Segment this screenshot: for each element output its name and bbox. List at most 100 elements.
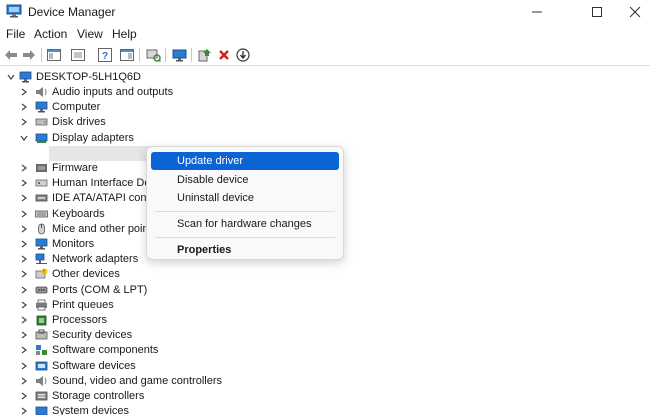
tree-category-row[interactable]: Sound, video and game controllers: [0, 374, 650, 389]
tree-category-row[interactable]: System devices: [0, 404, 650, 415]
tree-category-row[interactable]: Computer: [0, 100, 650, 115]
minimize-button[interactable]: [514, 0, 560, 24]
chevron-right-icon[interactable]: [19, 406, 29, 415]
forward-button[interactable]: [21, 47, 37, 63]
context-update-driver[interactable]: Update driver: [151, 152, 339, 170]
device-manager-app-icon: [6, 4, 22, 18]
tree-item-label: Print queues: [52, 298, 114, 311]
chevron-right-icon[interactable]: [19, 254, 29, 264]
chevron-right-icon[interactable]: [19, 178, 29, 188]
printer-icon: [36, 299, 47, 311]
context-item-label: Update driver: [177, 155, 244, 167]
other-devices-icon: !: [35, 268, 48, 279]
tree-root-row[interactable]: DESKTOP-5LH1Q6D: [0, 70, 650, 85]
chevron-right-icon[interactable]: [19, 300, 29, 310]
chevron-right-icon[interactable]: [19, 345, 29, 355]
tree-item-label: Software devices: [52, 359, 136, 372]
tree-category-row[interactable]: Software devices: [0, 359, 650, 374]
chevron-right-icon[interactable]: [19, 239, 29, 249]
tree-item-label: IDE ATA/ATAPI contro: [52, 192, 160, 205]
menu-help[interactable]: Help: [112, 27, 137, 41]
processor-icon: [36, 315, 47, 326]
tree-item-label: Ports (COM & LPT): [52, 283, 148, 296]
chevron-right-icon[interactable]: [19, 87, 29, 97]
close-button[interactable]: [612, 0, 650, 24]
tree-category-row[interactable]: Print queues: [0, 298, 650, 313]
help-button[interactable]: ?: [97, 47, 113, 63]
chevron-right-icon[interactable]: [19, 376, 29, 386]
menu-bar: File Action View Help: [0, 24, 650, 44]
action-pane-icon: [120, 49, 134, 61]
chevron-right-icon[interactable]: [19, 209, 29, 219]
tree-category-row[interactable]: Display adapters: [0, 131, 650, 146]
tree-item-label: Display adapters: [52, 131, 134, 144]
context-properties[interactable]: Properties: [151, 241, 339, 259]
tree-item-label: Firmware: [52, 162, 98, 174]
context-item-label: Disable device: [177, 174, 249, 186]
chevron-right-icon[interactable]: [19, 315, 29, 325]
tree-item-label: Processors: [52, 314, 108, 326]
chevron-right-icon[interactable]: [19, 269, 29, 279]
context-item-label: Uninstall device: [177, 192, 255, 204]
context-uninstall-device[interactable]: Uninstall device: [151, 189, 339, 207]
tree-item-label: Storage controllers: [52, 390, 145, 402]
chevron-right-icon[interactable]: [19, 285, 29, 295]
menu-view[interactable]: View: [77, 27, 103, 41]
tree-category-row[interactable]: Audio inputs and outputs: [0, 85, 650, 100]
tree-category-row[interactable]: Disk drives: [0, 115, 650, 130]
tree-item-label: Other devices: [52, 268, 120, 281]
tree-item-label: Keyboards: [52, 207, 105, 220]
context-disable-device[interactable]: Disable device: [151, 171, 339, 189]
tree-category-row[interactable]: Software components: [0, 343, 650, 358]
uninstall-red-x-icon: [219, 50, 229, 60]
chevron-down-icon[interactable]: [19, 133, 29, 143]
storage-controller-icon: [35, 391, 48, 401]
tree-category-row[interactable]: Ports (COM & LPT): [0, 283, 650, 298]
chevron-right-icon[interactable]: [19, 102, 29, 112]
chevron-down-icon[interactable]: [6, 72, 16, 82]
add-driver-button[interactable]: [197, 47, 213, 63]
menu-file[interactable]: File: [6, 27, 25, 41]
computer-icon: [35, 101, 48, 113]
tree-category-row[interactable]: Security devices: [0, 328, 650, 343]
chevron-right-icon[interactable]: [19, 224, 29, 234]
system-devices-icon: [35, 406, 48, 415]
show-hide-tree-icon: [47, 49, 61, 61]
properties-icon: [71, 49, 85, 61]
display-adapter-icon: [35, 133, 48, 143]
chevron-right-icon[interactable]: [19, 193, 29, 203]
context-separator: [155, 237, 335, 238]
svg-text:?: ?: [102, 51, 108, 62]
toolbar-separator: [191, 48, 192, 62]
scan-hardware-button[interactable]: [145, 47, 161, 63]
mouse-icon: [38, 223, 45, 235]
uninstall-device-button[interactable]: [216, 47, 232, 63]
download-driver-button[interactable]: [235, 47, 251, 63]
chevron-right-icon[interactable]: [19, 330, 29, 340]
context-scan-hardware[interactable]: Scan for hardware changes: [151, 215, 339, 233]
tree-category-row[interactable]: Processors: [0, 313, 650, 328]
tree-item-label: Software components: [52, 344, 159, 357]
toolbar-separator: [139, 48, 140, 62]
context-item-label: Properties: [177, 244, 232, 256]
tree-category-row[interactable]: ! Other devices: [0, 267, 650, 282]
menu-action[interactable]: Action: [34, 27, 67, 41]
chevron-right-icon[interactable]: [19, 361, 29, 371]
tree-item-label: Disk drives: [52, 116, 106, 129]
back-button[interactable]: [3, 47, 19, 63]
tree-category-row[interactable]: Storage controllers: [0, 389, 650, 404]
firmware-icon: [36, 164, 47, 172]
monitor-button[interactable]: [171, 47, 187, 63]
context-separator: [155, 211, 335, 212]
chevron-right-icon[interactable]: [19, 391, 29, 401]
speaker-icon: [36, 87, 47, 97]
software-devices-icon: [35, 361, 48, 370]
action-pane-button[interactable]: [119, 47, 135, 63]
toolbar-separator: [41, 48, 42, 62]
chevron-right-icon[interactable]: [19, 117, 29, 127]
title-bar: Device Manager: [0, 0, 650, 24]
properties-button[interactable]: [70, 47, 86, 63]
chevron-right-icon[interactable]: [19, 163, 29, 173]
scan-hardware-icon: [146, 49, 161, 62]
show-hide-tree-button[interactable]: [46, 47, 62, 63]
